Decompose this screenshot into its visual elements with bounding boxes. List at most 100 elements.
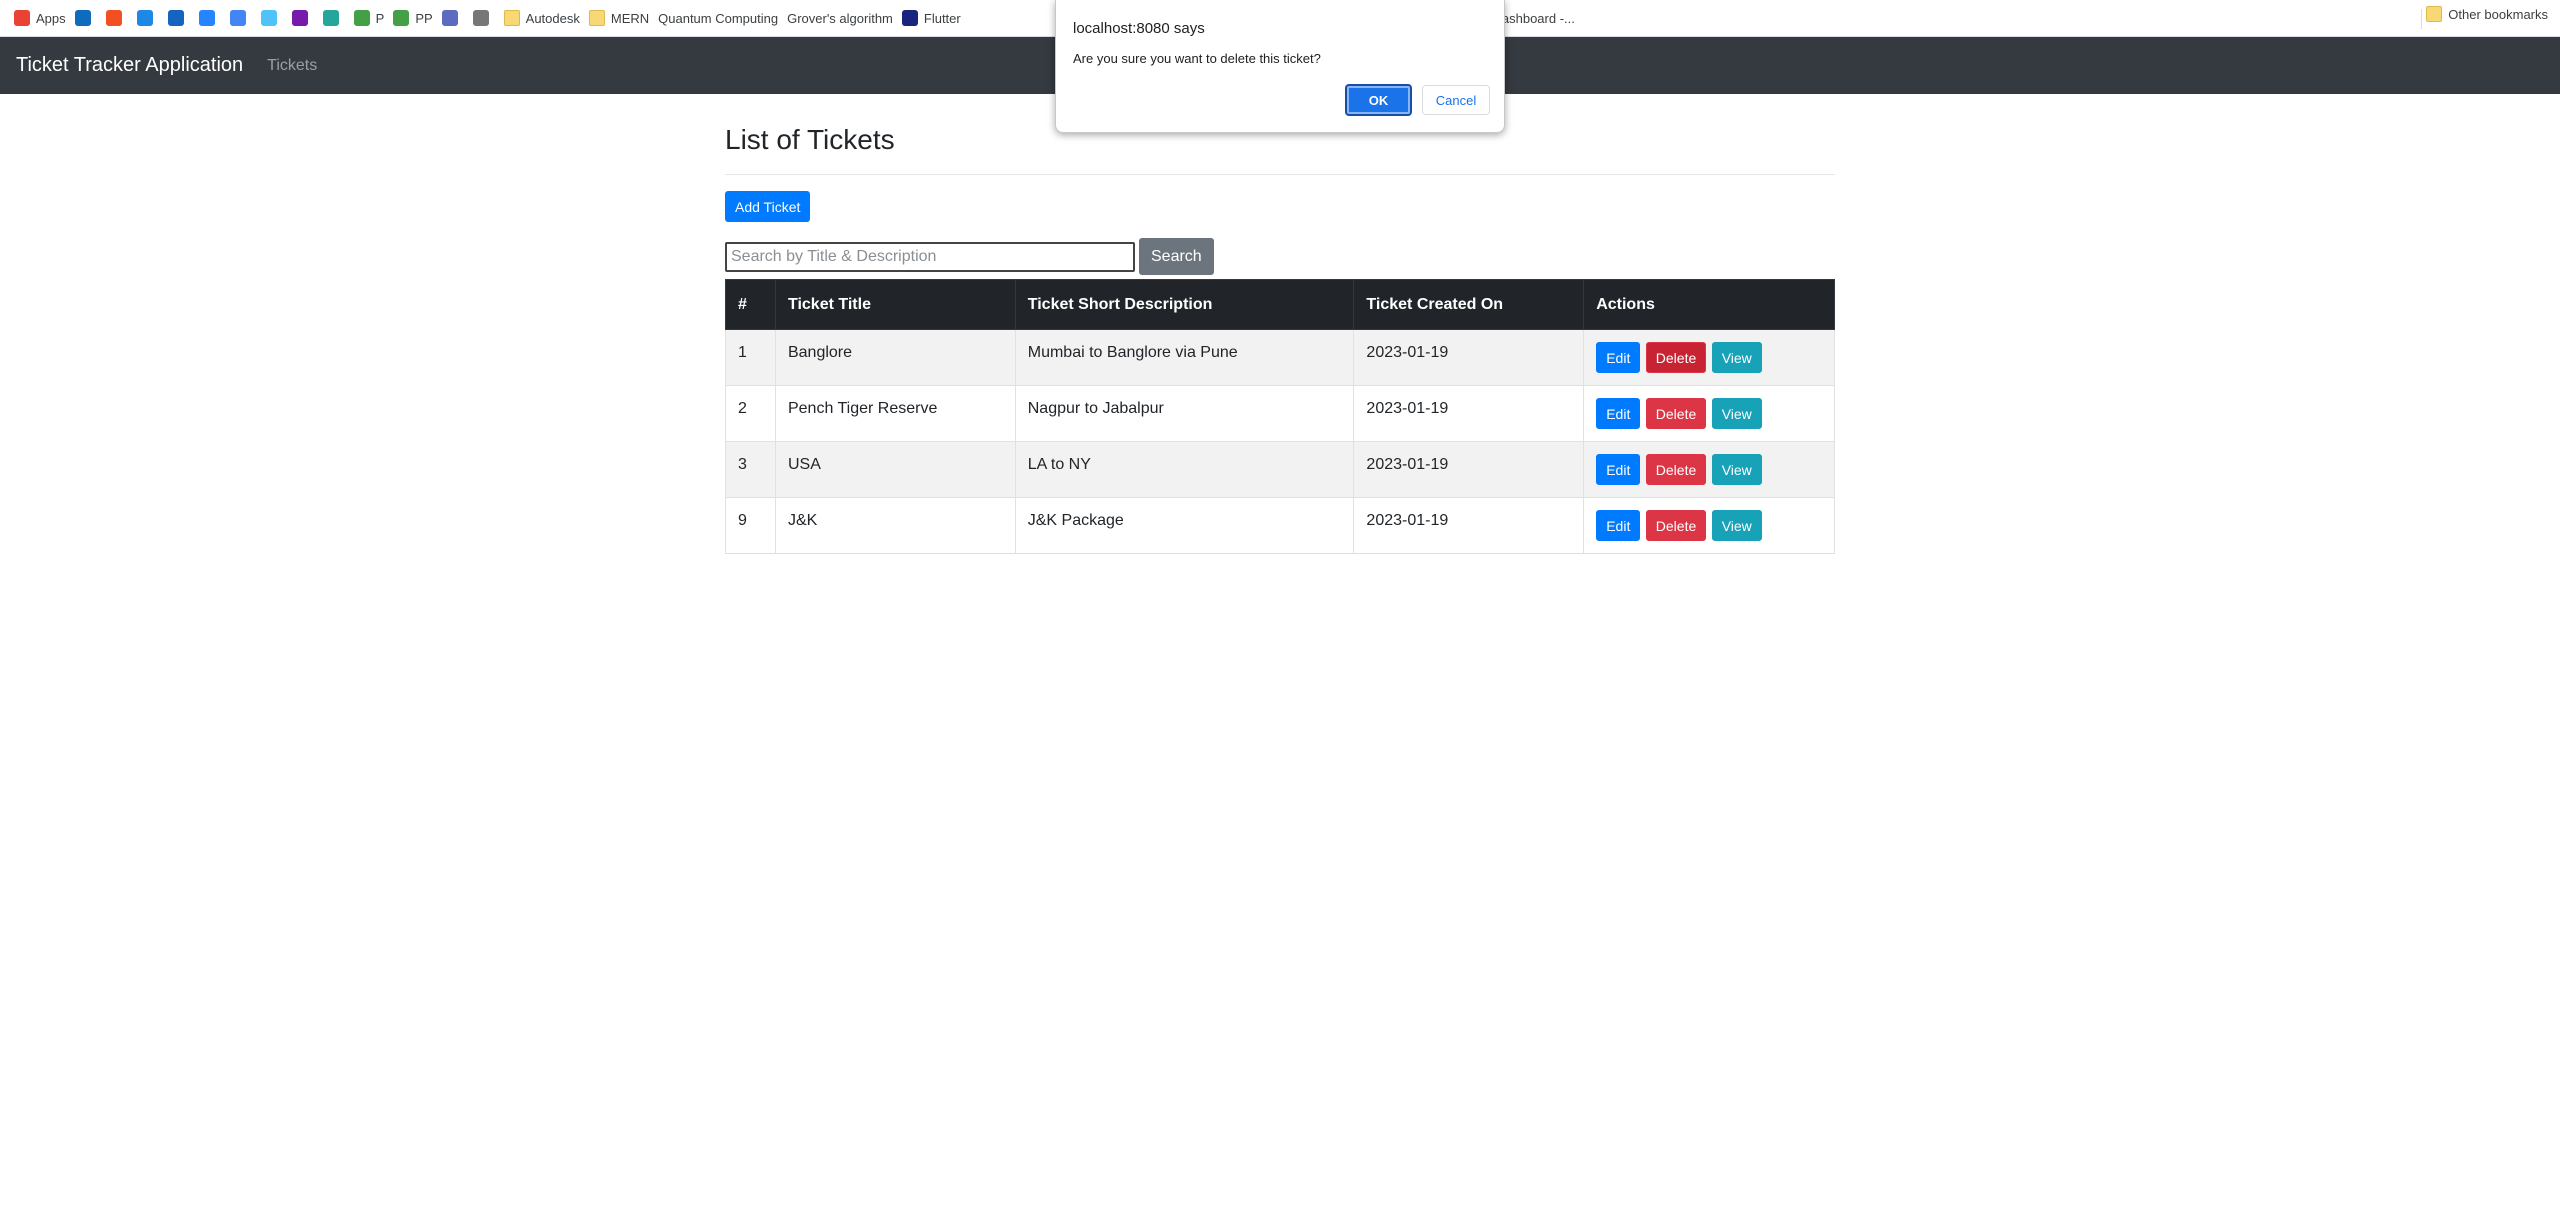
table-header-row: # Ticket Title Ticket Short Description Tic… [725,279,1835,330]
edit-button[interactable]: Edit [1596,510,1641,541]
cell-actions: Edit Delete View [1583,441,1835,498]
folder-icon [503,10,520,26]
microsoft-icon [105,10,122,26]
cell-created: 2023-01-19 [1353,329,1585,386]
add-ticket-button[interactable]: Add Ticket [725,191,811,222]
view-button[interactable]: View [1711,342,1762,373]
table-row: 9 J&K J&K Package 2023-01-19 Edit Delete Vie… [725,497,1835,554]
cell-actions: Edit Delete View [1583,385,1835,442]
cell-title: Pench Tiger Reserve [774,385,1016,442]
navbar-brand[interactable]: Ticket Tracker Application [16,54,243,77]
dialog-cancel-button[interactable]: Cancel [1422,85,1490,115]
cell-id: 3 [725,441,776,498]
view-button[interactable]: View [1711,510,1762,541]
other-bookmarks[interactable]: Other bookmarks [2426,6,2548,22]
cell-description: J&K Package [1014,497,1355,554]
bookmark-label: Autodesk [525,10,580,26]
cell-title: USA [774,441,1016,498]
bookmark-item[interactable] [167,6,199,30]
folder-icon [2426,6,2443,22]
bookmark-item[interactable] [291,6,323,30]
pen-icon [472,10,489,26]
bookmarks-separator [2421,9,2422,29]
bookmark-item[interactable] [229,6,261,30]
view-button[interactable]: View [1711,454,1762,485]
bookmark-item[interactable]: Autodesk [503,6,589,30]
cell-title: Banglore [774,329,1016,386]
bookmark-item[interactable] [322,6,354,30]
flutter-icon [901,10,918,26]
column-header: Ticket Created On [1353,279,1585,330]
bookmark-label: Grover's algorithm [787,10,893,26]
search-button[interactable]: Search [1139,238,1214,275]
column-header: Ticket Short Description [1014,279,1355,330]
cell-title: J&K [774,497,1016,554]
cell-created: 2023-01-19 [1353,497,1585,554]
folder-icon [588,10,605,26]
jira-icon [198,10,215,26]
teal-icon [322,10,339,26]
bookmark-item[interactable] [260,6,292,30]
cell-description: LA to NY [1014,441,1355,498]
bookmark-label: Quantum Computing [658,10,779,26]
bookmark-item[interactable]: MERN [588,6,658,30]
bookmark-item[interactable] [105,6,137,30]
divider [725,174,1835,175]
bookmark-item[interactable] [136,6,168,30]
cell-actions: Edit Delete View [1583,329,1835,386]
cell-id: 1 [725,329,776,386]
edit-button[interactable]: Edit [1596,342,1641,373]
bookmark-item[interactable] [198,6,230,30]
ring-icon [260,10,277,26]
bookmark-item[interactable]: Quantum Computing [658,6,787,30]
search-row: Search [725,238,1835,275]
nav-link-tickets[interactable]: Tickets [267,57,317,75]
bookmark-item[interactable]: Grover's algorithm [787,6,902,30]
cell-description: Nagpur to Jabalpur [1014,385,1355,442]
bookmark-item[interactable] [441,6,473,30]
search-input[interactable] [725,241,1135,272]
bookmark-label: Flutter [923,10,961,26]
other-bookmarks-label: Other bookmarks [2448,6,2548,22]
main-container: List of Tickets Add Ticket Search #Ticke… [725,94,1835,554]
onenote-icon [291,10,308,26]
cell-actions: Edit Delete View [1583,497,1835,554]
view-button[interactable]: View [1711,398,1762,429]
table-row: 3 USA LA to NY 2023-01-19 Edit Delete View [725,441,1835,498]
dialog-ok-button[interactable]: OK [1345,84,1412,116]
green-play-icon [353,10,370,26]
google-icon [229,10,246,26]
bookmark-label: MERN [610,10,650,26]
tickets-table: # Ticket Title Ticket Short Description Tic… [725,279,1835,554]
column-header: Actions [1583,279,1835,330]
cell-id: 2 [725,385,776,442]
bookmark-item[interactable] [472,6,504,30]
delete-button[interactable]: Delete [1645,342,1707,373]
table-row: 2 Pench Tiger Reserve Nagpur to Jabalpur 20… [725,385,1835,442]
bookmark-label: PP [415,10,433,26]
bookmark-item[interactable] [74,6,106,30]
delete-button[interactable]: Delete [1645,454,1707,485]
delete-button[interactable]: Delete [1645,510,1707,541]
bookmark-item[interactable]: Apps [14,6,75,30]
cell-created: 2023-01-19 [1353,385,1585,442]
confirm-dialog: localhost:8080 says Are you sure you wan… [1055,0,1505,133]
dialog-title: localhost:8080 says [1073,20,1205,37]
delete-button[interactable]: Delete [1645,398,1707,429]
edit-button[interactable]: Edit [1596,454,1641,485]
cell-description: Mumbai to Banglore via Pune [1014,329,1355,386]
w-icon [167,10,184,26]
bookmark-item[interactable]: P [353,6,394,30]
bookmark-label: Apps [36,10,66,26]
edit-button[interactable]: Edit [1596,398,1641,429]
bookmark-label: P [375,10,385,26]
apps-grid-icon [14,10,30,26]
column-header: Ticket Title [774,279,1016,330]
blue-x-icon [136,10,153,26]
bookmark-item[interactable]: Flutter [901,6,970,30]
dialog-message: Are you sure you want to delete this tic… [1073,51,1321,66]
flag-icon [441,10,458,26]
table-row: 1 Banglore Mumbai to Banglore via Pune 2023… [725,329,1835,386]
column-header: # [725,279,776,330]
bookmark-item[interactable]: PP [393,6,441,30]
